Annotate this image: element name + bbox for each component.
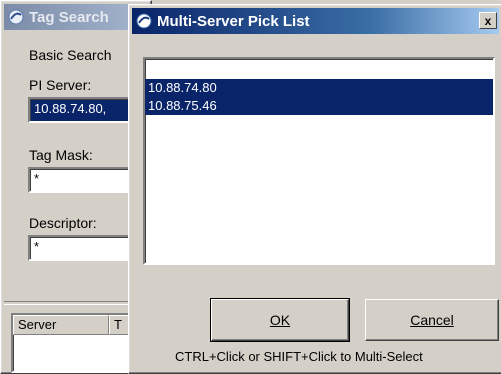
pi-app-icon <box>136 13 152 29</box>
pi-server-label: PI Server: <box>29 77 92 93</box>
server-list-item[interactable]: 10.88.75.46 <box>145 97 493 115</box>
cancel-button[interactable]: Cancel <box>365 299 499 341</box>
server-list[interactable]: 10.88.74.80 10.88.75.46 <box>143 57 495 265</box>
pi-app-icon <box>8 9 24 25</box>
column-header-server[interactable]: Server <box>13 315 109 335</box>
server-list-item[interactable]: 10.88.74.80 <box>145 79 493 97</box>
tag-search-title: Tag Search <box>29 8 109 26</box>
dialog-titlebar[interactable]: Multi-Server Pick List x <box>132 8 499 34</box>
descriptor-label: Descriptor: <box>29 215 97 231</box>
close-icon[interactable]: x <box>479 12 497 29</box>
basic-search-label: Basic Search <box>29 47 112 63</box>
tag-search-titlebar[interactable]: Tag Search <box>4 4 148 30</box>
results-divider <box>4 301 148 305</box>
tag-mask-label: Tag Mask: <box>29 147 93 163</box>
multi-select-hint: CTRL+Click or SHIFT+Click to Multi-Selec… <box>175 349 423 364</box>
dialog-title: Multi-Server Pick List <box>157 12 310 30</box>
ok-button[interactable]: OK <box>210 298 350 342</box>
multi-server-dialog: Multi-Server Pick List x 10.88.74.80 10.… <box>128 4 501 374</box>
